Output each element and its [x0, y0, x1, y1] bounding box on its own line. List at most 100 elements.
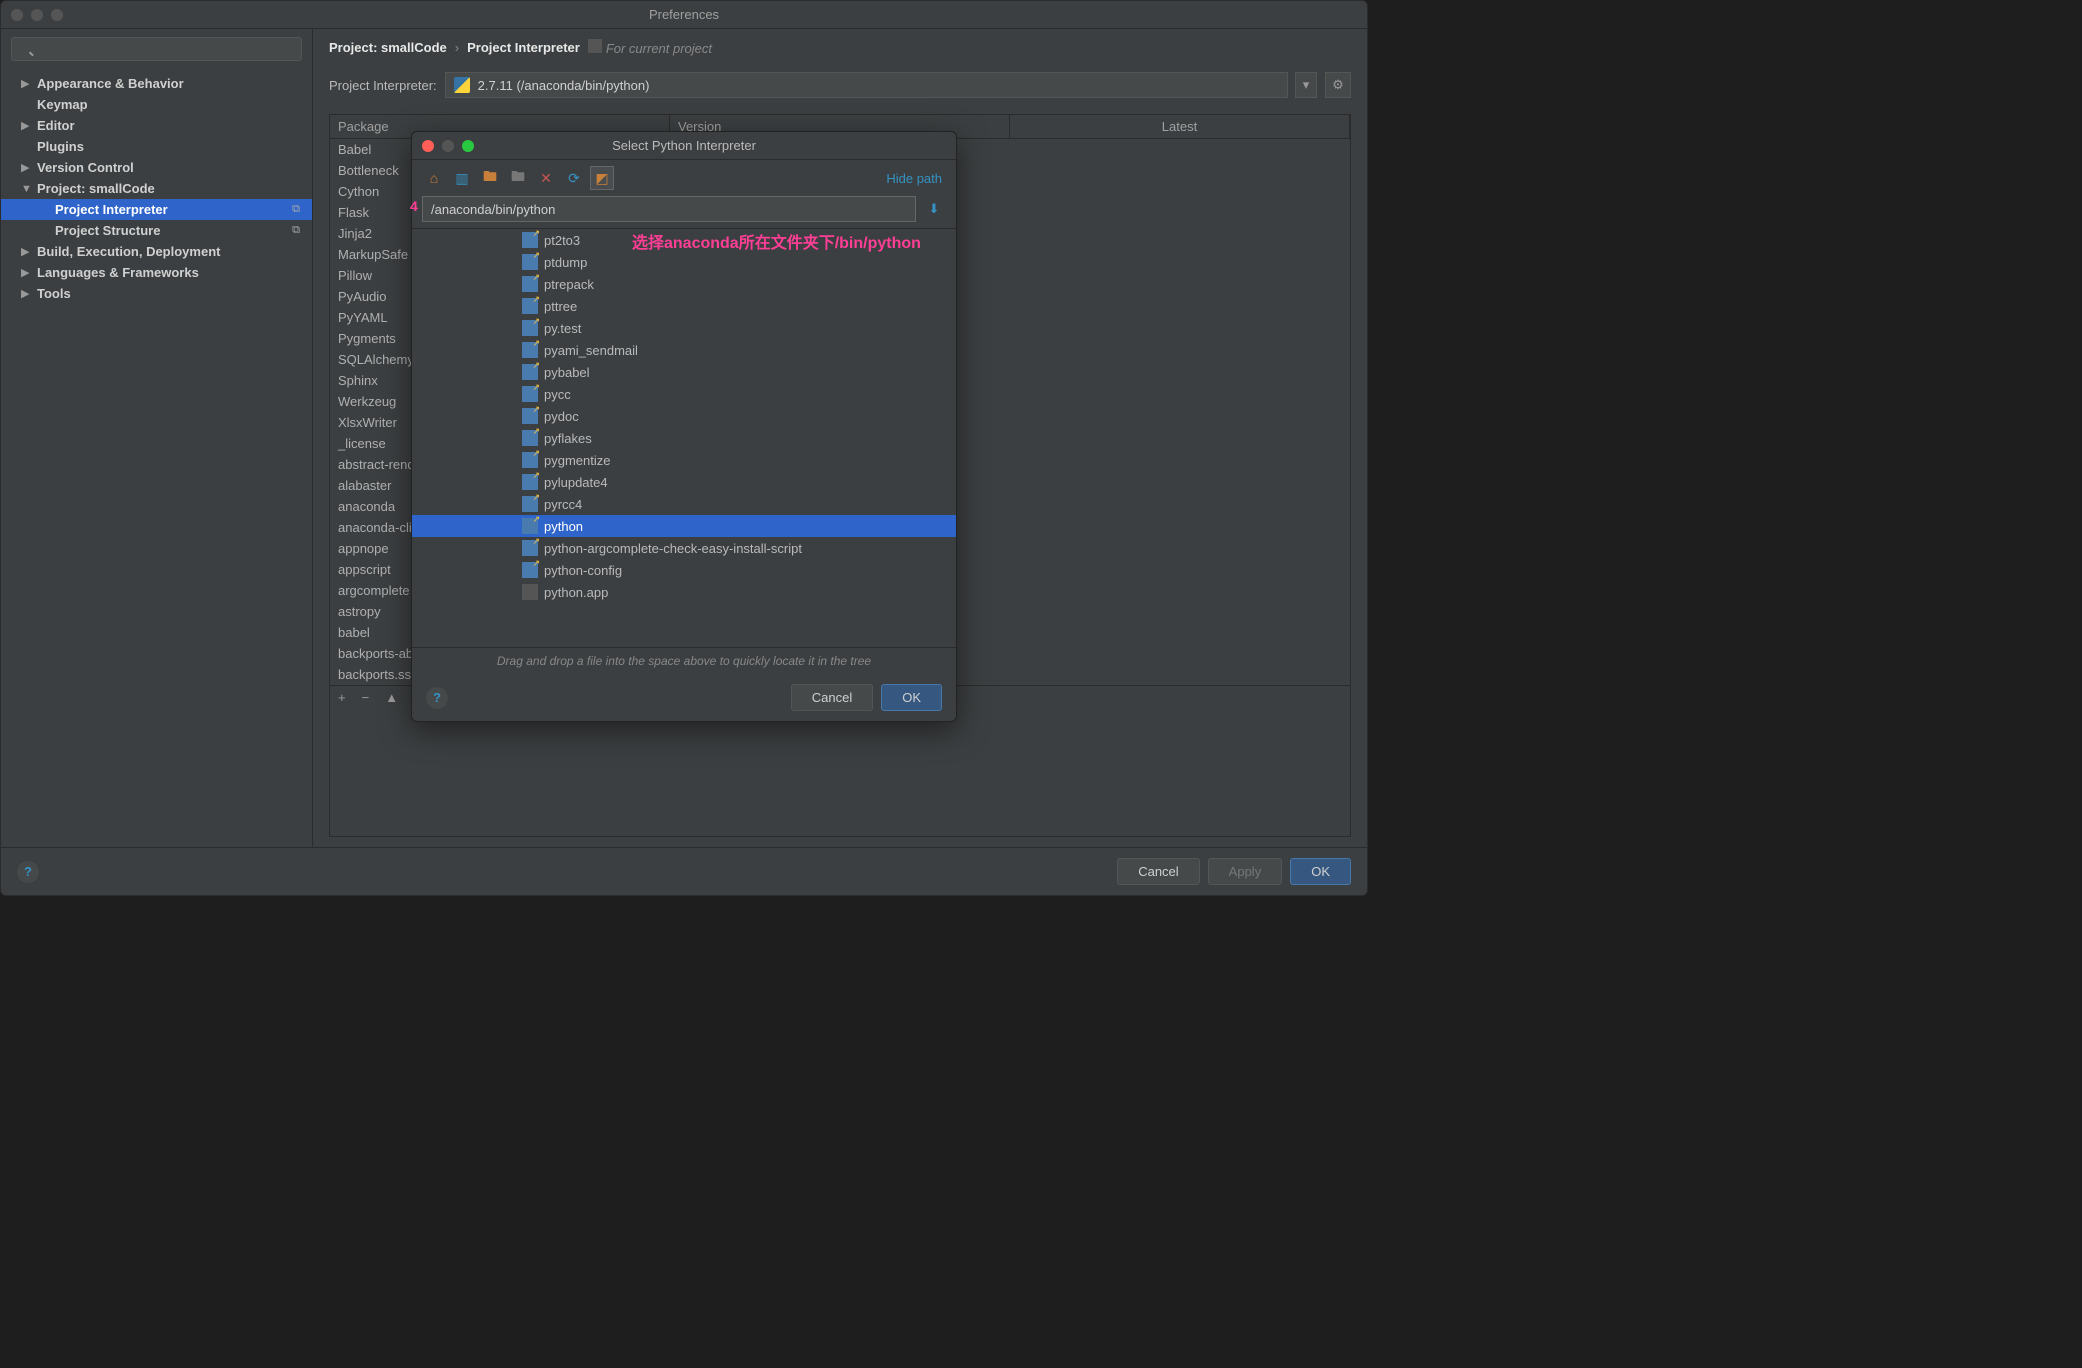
file-item-python-config[interactable]: python-config	[412, 559, 956, 581]
help-button[interactable]: ?	[17, 861, 39, 883]
sidebar-item-appearance-behavior[interactable]: ▶Appearance & Behavior	[1, 73, 312, 94]
sidebar-item-build-execution-deployment[interactable]: ▶Build, Execution, Deployment	[1, 241, 312, 262]
annotation-text: 选择anaconda所在文件夹下/bin/python	[632, 229, 921, 253]
sidebar-item-editor[interactable]: ▶Editor	[1, 115, 312, 136]
file-name: pt2to3	[544, 233, 580, 248]
file-item-pyflakes[interactable]: pyflakes	[412, 427, 956, 449]
annotation-number: 4	[410, 198, 418, 214]
file-item-python[interactable]: python	[412, 515, 956, 537]
tree-label: Languages & Frameworks	[37, 265, 199, 280]
tree-arrow-icon: ▼	[21, 183, 33, 195]
file-item-pyrcc4[interactable]: pyrcc4	[412, 493, 956, 515]
col-latest[interactable]: Latest	[1010, 115, 1350, 138]
file-item-ptrepack[interactable]: ptrepack	[412, 273, 956, 295]
remove-package-button[interactable]: −	[362, 690, 370, 705]
apply-button: Apply	[1208, 858, 1283, 885]
file-name: python-argcomplete-check-easy-install-sc…	[544, 541, 802, 556]
settings-tree: ▶Appearance & Behavior Keymap ▶EditorPlugi…	[1, 69, 312, 308]
titlebar: Preferences	[1, 1, 1367, 29]
file-item-pylupdate4[interactable]: pylupdate4	[412, 471, 956, 493]
tree-arrow-icon: ▶	[21, 161, 33, 174]
file-item-pydoc[interactable]: pydoc	[412, 405, 956, 427]
modal-title: Select Python Interpreter	[412, 138, 956, 153]
breadcrumb: Project: smallCode › Project Interpreter…	[313, 29, 1367, 66]
file-name: pybabel	[544, 365, 590, 380]
history-button[interactable]: ⬇	[922, 197, 946, 221]
sidebar-item-project-structure[interactable]: Project Structure⧉	[1, 220, 312, 241]
tree-arrow-icon: ▶	[21, 119, 33, 132]
cancel-button[interactable]: Cancel	[1117, 858, 1199, 885]
interpreter-label: Project Interpreter:	[329, 78, 437, 93]
hide-path-link[interactable]: Hide path	[886, 171, 946, 186]
tree-label: Keymap	[37, 97, 88, 112]
traffic-lights	[11, 9, 63, 21]
copy-icon: ⧉	[292, 224, 300, 237]
search-input[interactable]	[11, 37, 302, 61]
file-icon	[522, 254, 538, 270]
file-item-py-test[interactable]: py.test	[412, 317, 956, 339]
file-name: pylupdate4	[544, 475, 608, 490]
ok-button[interactable]: OK	[1290, 858, 1351, 885]
file-icon	[522, 518, 538, 534]
file-name: pyrcc4	[544, 497, 582, 512]
file-list[interactable]: 选择anaconda所在文件夹下/bin/python pt2to3 ptdump…	[412, 228, 956, 648]
file-name: ptrepack	[544, 277, 594, 292]
interpreter-select[interactable]: 2.7.11 (/anaconda/bin/python)	[445, 72, 1288, 98]
modal-cancel-button[interactable]: Cancel	[791, 684, 873, 711]
file-name: pycc	[544, 387, 571, 402]
file-name: pyami_sendmail	[544, 343, 638, 358]
tree-label: Project: smallCode	[37, 181, 155, 196]
file-name: pydoc	[544, 409, 579, 424]
preferences-window: Preferences ▶Appearance & Behavior Keymap…	[0, 0, 1368, 896]
hint-icon	[588, 39, 602, 53]
file-item-python-argcomplete-check-easy-install-script[interactable]: python-argcomplete-check-easy-install-sc…	[412, 537, 956, 559]
breadcrumb-sep: ›	[455, 40, 459, 55]
modal-ok-button[interactable]: OK	[881, 684, 942, 711]
sidebar-item-plugins[interactable]: Plugins	[1, 136, 312, 157]
desktop-icon[interactable]: ▥	[450, 166, 474, 190]
sidebar-item-tools[interactable]: ▶Tools	[1, 283, 312, 304]
modal-close-dot[interactable]	[422, 140, 434, 152]
window-title: Preferences	[1, 7, 1367, 22]
file-icon	[522, 232, 538, 248]
file-item-pygmentize[interactable]: pygmentize	[412, 449, 956, 471]
file-name: pygmentize	[544, 453, 610, 468]
home-icon[interactable]: ⌂	[422, 166, 446, 190]
select-interpreter-modal: Select Python Interpreter ⌂ ▥ 🖿 🖿 ✕ ⟳ ◩ …	[411, 131, 957, 722]
project-icon[interactable]: 🖿	[478, 166, 502, 190]
modal-help-button[interactable]: ?	[426, 687, 448, 709]
file-item-python-app[interactable]: python.app	[412, 581, 956, 603]
modal-zoom-dot[interactable]	[462, 140, 474, 152]
show-hidden-icon[interactable]: ◩	[590, 166, 614, 190]
file-item-pybabel[interactable]: pybabel	[412, 361, 956, 383]
sidebar-item-languages-frameworks[interactable]: ▶Languages & Frameworks	[1, 262, 312, 283]
file-icon	[522, 496, 538, 512]
interpreter-dropdown-button[interactable]: ▾	[1295, 72, 1317, 98]
sidebar-item-project-interpreter[interactable]: Project Interpreter⧉	[1, 199, 312, 220]
sidebar: ▶Appearance & Behavior Keymap ▶EditorPlugi…	[1, 29, 313, 847]
file-item-pycc[interactable]: pycc	[412, 383, 956, 405]
interpreter-row: Project Interpreter: 2.7.11 (/anaconda/b…	[313, 66, 1367, 104]
file-icon	[522, 474, 538, 490]
path-input[interactable]	[422, 196, 916, 222]
modal-minimize-dot	[442, 140, 454, 152]
refresh-icon[interactable]: ⟳	[562, 166, 586, 190]
file-item-pttree[interactable]: pttree	[412, 295, 956, 317]
new-folder-icon[interactable]: 🖿	[506, 166, 530, 190]
file-icon	[522, 386, 538, 402]
interpreter-settings-button[interactable]: ⚙	[1325, 72, 1351, 98]
delete-icon[interactable]: ✕	[534, 166, 558, 190]
sidebar-item-version-control[interactable]: ▶Version Control	[1, 157, 312, 178]
zoom-dot[interactable]	[51, 9, 63, 21]
upgrade-package-button[interactable]: ▲	[385, 690, 398, 705]
minimize-dot[interactable]	[31, 9, 43, 21]
close-dot[interactable]	[11, 9, 23, 21]
file-item-ptdump[interactable]: ptdump	[412, 251, 956, 273]
sidebar-item-project-smallcode[interactable]: ▼ Project: smallCode	[1, 178, 312, 199]
tree-arrow-icon: ▶	[21, 287, 33, 300]
file-icon	[522, 584, 538, 600]
add-package-button[interactable]: +	[338, 690, 346, 705]
sidebar-item-keymap[interactable]: Keymap	[1, 94, 312, 115]
file-item-pyami-sendmail[interactable]: pyami_sendmail	[412, 339, 956, 361]
breadcrumb-page: Project Interpreter	[467, 40, 580, 55]
